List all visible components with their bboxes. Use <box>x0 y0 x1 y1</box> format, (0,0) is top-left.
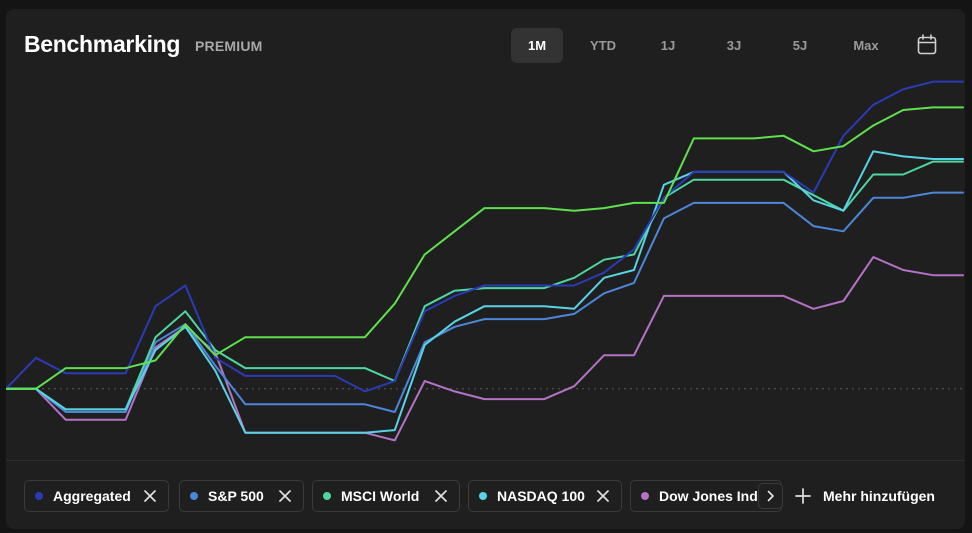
legend-label: MSCI World <box>341 488 420 504</box>
remove-icon[interactable] <box>435 490 447 502</box>
legend-chip-msci-world[interactable]: MSCI World <box>312 480 460 512</box>
series-line-unlabeled <box>6 106 964 390</box>
series-line-nasdaq-100 <box>6 150 964 434</box>
legend-label: Dow Jones Indu <box>659 488 767 504</box>
remove-icon[interactable] <box>597 490 609 502</box>
series-dot <box>323 492 331 500</box>
series-dot <box>190 492 198 500</box>
benchmarking-card: Benchmarking PREMIUM 1M YTD 1J 3J 5J Max… <box>6 9 965 529</box>
remove-icon[interactable] <box>144 490 156 502</box>
series-dot <box>641 492 649 500</box>
series-line-s-p-500 <box>6 191 964 413</box>
series-dot <box>35 492 43 500</box>
legend-chip-sp500[interactable]: S&P 500 <box>179 480 304 512</box>
scroll-right-button[interactable] <box>758 483 783 509</box>
series-line-aggregated <box>6 80 964 393</box>
add-benchmark-label: Mehr hinzufügen <box>823 488 935 504</box>
remove-icon[interactable] <box>279 490 291 502</box>
plus-icon <box>795 488 811 504</box>
legend-chips: Aggregated S&P 500 MSCI World NASDAQ 100… <box>6 480 965 514</box>
legend-label: S&P 500 <box>208 488 264 504</box>
series-dot <box>479 492 487 500</box>
chevron-right-icon <box>767 490 774 502</box>
legend-chip-aggregated[interactable]: Aggregated <box>24 480 169 512</box>
legend-label: NASDAQ 100 <box>497 488 585 504</box>
legend-label: Aggregated <box>53 488 131 504</box>
add-benchmark-button[interactable]: Mehr hinzufügen <box>795 480 935 512</box>
benchmark-line-chart <box>6 80 964 442</box>
legend-chip-nasdaq-100[interactable]: NASDAQ 100 <box>468 480 622 512</box>
divider <box>6 460 965 461</box>
